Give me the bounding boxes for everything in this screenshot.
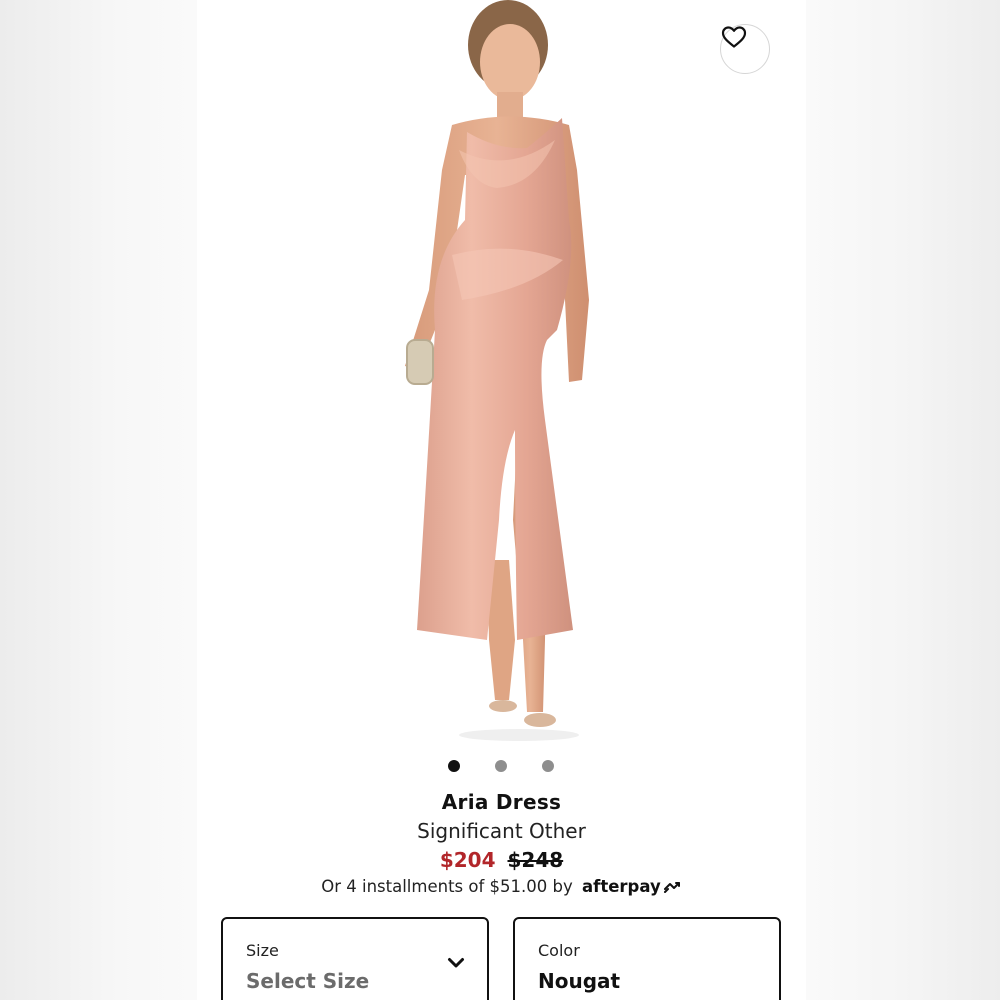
- color-label: Color: [538, 941, 580, 960]
- gallery-dot-1[interactable]: [448, 760, 460, 772]
- sale-price: $204: [439, 848, 496, 872]
- price-row: $204 $248: [197, 848, 806, 872]
- wishlist-button[interactable]: [720, 24, 770, 74]
- model-illustration: [405, 0, 589, 741]
- size-label: Size: [246, 941, 279, 960]
- background-right: [806, 0, 1000, 1000]
- gallery-pagination: [197, 760, 806, 774]
- product-panel: Aria Dress Significant Other $204 $248 Or…: [197, 0, 806, 1000]
- product-brand[interactable]: Significant Other: [197, 819, 806, 843]
- chevron-down-icon: [448, 958, 464, 968]
- size-value: Select Size: [246, 969, 370, 993]
- color-selector[interactable]: Color Nougat: [513, 917, 781, 1000]
- background-left: [0, 0, 197, 1000]
- gallery-dot-2[interactable]: [495, 760, 507, 772]
- size-selector[interactable]: Size Select Size: [221, 917, 489, 1000]
- installments-info[interactable]: Or 4 installments of $51.00 by afterpay: [197, 877, 806, 896]
- installments-text: Or 4 installments of $51.00 by: [321, 877, 573, 896]
- afterpay-arrows-icon: [663, 882, 680, 893]
- heart-outline-icon: [721, 26, 747, 48]
- product-image[interactable]: [197, 0, 806, 745]
- original-price: $248: [507, 848, 564, 872]
- afterpay-logo: afterpay: [582, 877, 661, 896]
- color-value: Nougat: [538, 969, 621, 993]
- gallery-dot-3[interactable]: [542, 760, 554, 772]
- product-title: Aria Dress: [441, 790, 562, 814]
